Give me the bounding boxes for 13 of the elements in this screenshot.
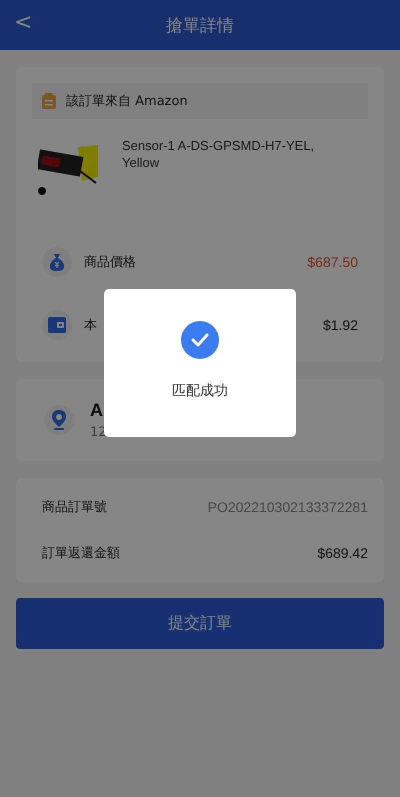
info-value: $689.42 — [317, 545, 368, 561]
info-value: PO202210302133372281 — [208, 499, 368, 515]
info-label: 訂單返還金額 — [42, 545, 120, 562]
page-title: 搶單詳情 — [166, 14, 234, 36]
product-name: Sensor-1 A-DS-GPSMD-H7-YEL, Yellow — [122, 137, 316, 172]
address-name: A — [90, 400, 104, 421]
dialog-message: 匹配成功 — [172, 382, 228, 400]
row-label: 本 — [84, 316, 98, 334]
info-label: 商品訂單號 — [42, 499, 107, 516]
row-label: 商品價格 — [84, 254, 137, 270]
row-value: $687.50 — [307, 254, 358, 270]
source-text: 該訂單來自 Amazon — [66, 93, 188, 110]
row-value: $1.92 — [322, 316, 358, 332]
